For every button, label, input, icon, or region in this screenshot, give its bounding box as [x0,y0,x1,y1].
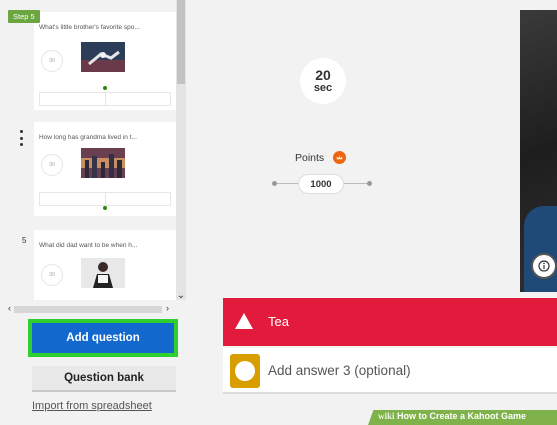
question-list-panel: What's little brother's favorite spo... … [0,0,188,425]
time-limit-value: 20 [315,66,331,83]
slide-thumbnail-image [81,258,125,288]
slide-timer: 30 [41,154,63,176]
watermark-brand: wiki [378,411,395,421]
time-limit-selector[interactable]: 20 sec [300,58,346,104]
points-slider-right-dot[interactable] [367,181,372,186]
slide-thumbnail-image [81,148,125,178]
scroll-left-arrow-icon[interactable]: ‹ [8,303,11,313]
slide-number: 5 [22,236,27,245]
watermark-title: How to Create a Kahoot Game [397,411,527,421]
slide-timer: 30 [41,50,63,72]
circle-icon [230,354,260,388]
answer-option-3[interactable]: Add answer 3 (optional) [223,348,557,394]
slide-answer-preview [39,192,171,206]
slide-question: What's little brother's favorite spo... [39,24,140,31]
question-media-image [520,10,557,292]
slide-list: What's little brother's favorite spo... … [0,0,188,300]
step-badge: Step 5 [8,10,40,23]
slide-timer: 30 [41,264,63,286]
slide-question: How long has grandma lived in t... [39,134,137,141]
points-value[interactable]: 1000 [298,174,344,194]
horizontal-scrollbar[interactable]: ‹ › [0,303,176,315]
points-coin-icon [333,151,346,164]
drag-handle-icon[interactable] [20,130,24,146]
import-spreadsheet-link[interactable]: Import from spreadsheet [32,400,152,412]
slide-card[interactable]: What's little brother's favorite spo... … [34,12,176,110]
add-question-button[interactable]: Add question [32,323,174,353]
slide-thumbnail-image [81,42,125,72]
question-bank-button[interactable]: Question bank [32,366,176,392]
slide-question: What did dad want to be when h... [39,242,138,249]
answer-placeholder[interactable]: Add answer 3 (optional) [268,363,411,378]
answer-option-1[interactable]: Tea [223,298,557,346]
add-question-highlight: Add question [28,319,178,357]
slide-status-dot [103,206,107,210]
points-label: Points [295,152,325,164]
time-limit-unit: sec [313,81,333,94]
vertical-scrollbar[interactable] [176,0,186,300]
scroll-right-arrow-icon[interactable]: › [166,303,169,313]
horizontal-scrollbar-track[interactable] [14,306,162,313]
slide-card[interactable]: How long has grandma lived in t... 30 [34,122,176,216]
vertical-scrollbar-thumb[interactable] [177,0,185,84]
slide-status-dot [103,86,107,90]
slide-answer-preview [39,92,171,106]
triangle-icon [235,313,253,329]
watermark-text: wiki How to Create a Kahoot Game [378,411,526,421]
media-person [524,206,557,292]
slide-card[interactable]: What did dad want to be when h... 30 [34,230,176,300]
media-info-icon[interactable] [531,253,557,279]
answer-text[interactable]: Tea [268,314,289,329]
scroll-down-arrow-icon[interactable]: ⌄ [176,290,186,301]
points-slider-left-dot[interactable] [272,181,277,186]
